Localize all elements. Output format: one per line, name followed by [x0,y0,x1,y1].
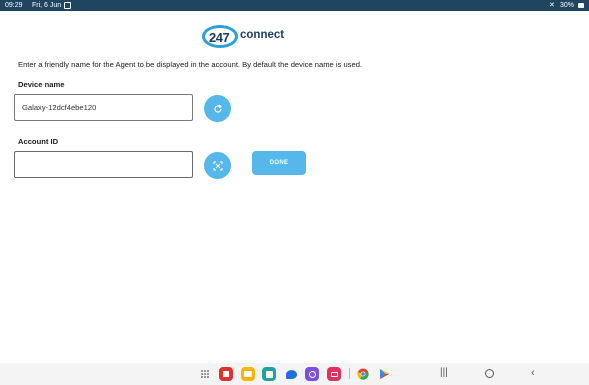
device-name-label: Device name [18,80,65,89]
flipboard-icon[interactable] [219,367,233,381]
play-store-icon[interactable] [377,367,391,381]
back-icon[interactable]: ‹ [531,366,535,380]
account-id-label: Account ID [18,137,59,146]
status-date: Fri, 6 Jun [32,2,62,9]
qr-scan-icon [213,161,222,170]
grid-dots-glyph [201,370,209,378]
battery-level: 30% [560,2,575,9]
files-icon[interactable] [241,367,255,381]
recorder-glyph [330,371,338,377]
home-icon[interactable] [485,369,494,378]
device-name-input[interactable] [14,94,193,121]
chrome-icon[interactable] [356,367,370,381]
refresh-icon [213,104,222,113]
galaxy-app-icon[interactable] [305,367,319,381]
galaxy-glyph [308,370,316,378]
messages-icon[interactable] [284,367,298,381]
screen-recorder-icon[interactable] [327,367,341,381]
logo-word: connect [240,29,285,41]
app-logo: 247 connect [202,24,292,50]
refresh-button[interactable] [204,95,231,122]
notification-icon [64,2,71,9]
intro-text: Enter a friendly name for the Agent to b… [18,60,363,69]
done-button[interactable]: DONE [252,151,306,175]
dock-divider [349,368,350,379]
folder-glyph [244,371,252,377]
qr-scan-button[interactable] [204,152,231,179]
calendar-glyph [265,370,273,378]
apps-grid-icon[interactable] [198,367,212,381]
chat-bubble-glyph [285,369,297,379]
logo-number: 247 [209,30,230,45]
calendar-icon[interactable] [262,367,276,381]
battery-icon [578,3,584,8]
mute-icon: ✕ [549,2,555,9]
flipboard-glyph [223,371,229,377]
account-id-input[interactable] [14,151,193,178]
chrome-glyph [357,368,369,380]
play-glyph [379,369,389,379]
status-time: 09:29 [5,2,23,9]
status-bar: 09:29 Fri, 6 Jun ✕ 30% [0,0,589,11]
recents-icon[interactable]: ||| [440,366,448,380]
